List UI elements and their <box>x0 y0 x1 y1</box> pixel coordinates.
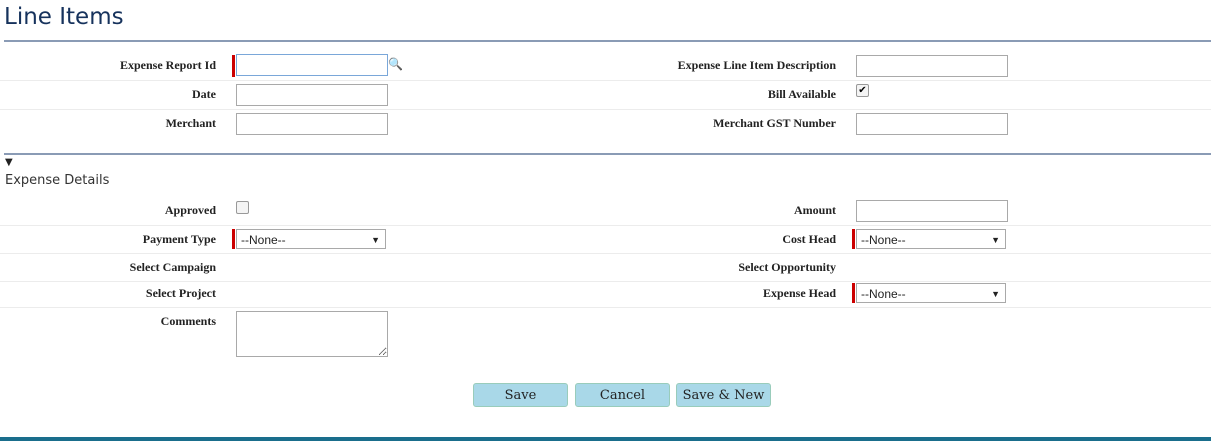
payment-type-label: Payment Type <box>142 232 216 246</box>
date-label: Date <box>192 87 216 101</box>
save-new-button[interactable]: Save & New <box>676 383 771 407</box>
cost-head-select[interactable]: --None-- ▼ <box>856 229 1006 249</box>
amount-label: Amount <box>793 203 836 217</box>
merchant-gst-input[interactable] <box>856 113 1008 135</box>
merchant-gst-label: Merchant GST Number <box>713 116 836 130</box>
approved-checkbox[interactable] <box>236 201 249 214</box>
description-label: Expense Line Item Description <box>677 58 836 72</box>
payment-type-select[interactable]: --None-- ▼ <box>236 229 386 249</box>
row-divider <box>0 307 1211 308</box>
section-title: Expense Details <box>5 173 110 188</box>
row-divider <box>0 253 1211 254</box>
row-divider <box>0 225 1211 226</box>
select-project-label: Select Project <box>145 286 216 300</box>
merchant-label: Merchant <box>165 116 216 130</box>
expense-head-value: --None-- <box>861 287 906 301</box>
comments-textarea[interactable] <box>236 311 388 357</box>
merchant-input[interactable] <box>236 113 388 135</box>
select-opportunity-label: Select Opportunity <box>738 260 836 274</box>
cost-head-label: Cost Head <box>782 232 836 246</box>
payment-type-value: --None-- <box>241 233 286 247</box>
date-input[interactable] <box>236 84 388 106</box>
divider <box>4 40 1211 42</box>
row-divider <box>0 80 1211 81</box>
comments-label: Comments <box>160 314 216 328</box>
required-indicator <box>852 229 855 249</box>
chevron-down-icon: ▼ <box>371 235 380 245</box>
select-campaign-label: Select Campaign <box>129 260 216 274</box>
expense-report-id-label: Expense Report Id <box>119 58 216 72</box>
expense-head-select[interactable]: --None-- ▼ <box>856 283 1006 303</box>
required-indicator <box>232 55 235 77</box>
bill-available-label: Bill Available <box>767 87 836 101</box>
divider <box>4 153 1211 155</box>
cost-head-value: --None-- <box>861 233 906 247</box>
required-indicator <box>232 229 235 249</box>
row-divider <box>0 109 1211 110</box>
collapse-triangle-icon[interactable]: ▼ <box>5 157 13 168</box>
cancel-button[interactable]: Cancel <box>575 383 670 407</box>
chevron-down-icon: ▼ <box>991 235 1000 245</box>
footer-bar <box>0 437 1211 441</box>
lookup-icon[interactable]: 🔍 <box>388 57 403 71</box>
expense-report-id-input[interactable] <box>236 54 388 76</box>
save-button[interactable]: Save <box>473 383 568 407</box>
approved-label: Approved <box>164 203 216 217</box>
page-title: Line Items <box>4 4 124 30</box>
required-indicator <box>852 283 855 303</box>
bill-available-checkbox[interactable]: ✔ <box>856 84 869 97</box>
amount-input[interactable] <box>856 200 1008 222</box>
description-input[interactable] <box>856 55 1008 77</box>
row-divider <box>0 281 1211 282</box>
expense-head-label: Expense Head <box>762 286 836 300</box>
chevron-down-icon: ▼ <box>991 289 1000 299</box>
